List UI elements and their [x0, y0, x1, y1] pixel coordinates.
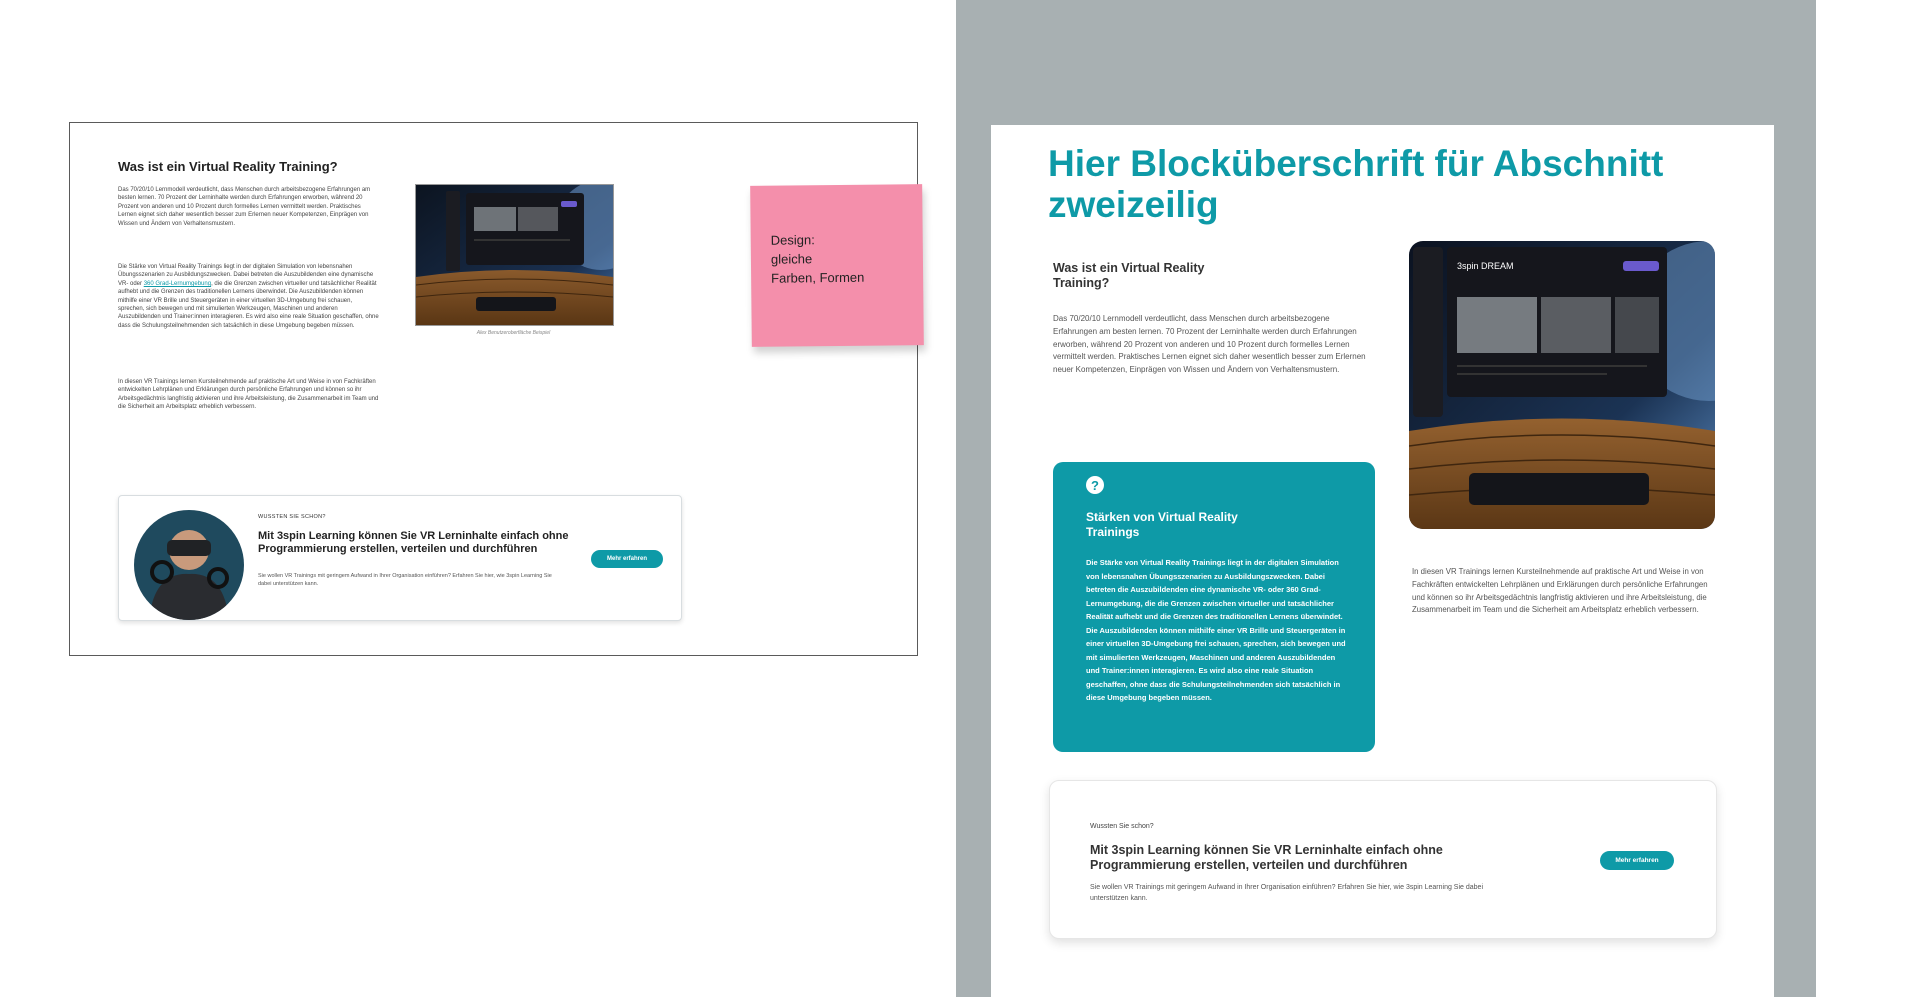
left-paragraph-1: Das 70/20/10 Lernmodell verdeutlicht, da…	[118, 187, 371, 227]
sticky-line-2: gleiche	[770, 251, 813, 267]
left-card-kicker: WUSSTEN SIE SCHON?	[258, 514, 326, 520]
left-image-caption: Alex Benutzeroberfläche Beispiel	[476, 330, 551, 336]
left-section-title: Was ist ein Virtual Reality Training?	[118, 159, 338, 174]
lernumgebung-link[interactable]: 360 Grad-Lernumgebung	[144, 281, 211, 287]
sticky-note[interactable]: Design: gleiche Farben, Formen	[750, 184, 924, 347]
sticky-note-text: Design: gleiche Farben, Formen	[771, 229, 912, 287]
left-info-card: WUSSTEN SIE SCHON? Mit 3spin Learning kö…	[118, 495, 682, 621]
right-vr-screenshot: 3spin DREAM	[1409, 241, 1715, 529]
left-card-title: Mit 3spin Learning können Sie VR Lerninh…	[258, 530, 569, 555]
sticky-line-1: Design:	[770, 232, 815, 248]
right-page-mockup: Hier Blocküberschrift für Abschnitt zwei…	[991, 125, 1774, 997]
strengths-box-text: Die Stärke von Virtual Reality Trainings…	[1086, 558, 1346, 702]
left-paragraph-2: Die Stärke von Virtual Reality Trainings…	[118, 263, 380, 330]
strengths-box-title: Stärken von Virtual Reality Trainings	[1086, 510, 1238, 539]
vr-user-photo	[134, 510, 244, 620]
right-mehr-erfahren-button[interactable]: Mehr erfahren	[1600, 851, 1674, 870]
block-heading: Hier Blocküberschrift für Abschnitt zwei…	[1048, 143, 1664, 225]
right-paragraph-3: In diesen VR Trainings lernen Kursteilne…	[1412, 567, 1708, 615]
left-paragraph-3: In diesen VR Trainings lernen Kursteilne…	[118, 379, 379, 411]
left-vr-screenshot	[415, 184, 614, 326]
left-mehr-erfahren-button[interactable]: Mehr erfahren	[591, 550, 663, 568]
right-card-text: Sie wollen VR Trainings mit geringem Auf…	[1090, 884, 1484, 902]
right-info-card: Wussten Sie schon? Mit 3spin Learning kö…	[1049, 780, 1717, 939]
vr-panel-title: 3spin DREAM	[1457, 261, 1514, 271]
right-paragraph-1: Das 70/20/10 Lernmodell verdeutlicht, da…	[1053, 314, 1366, 375]
right-card-title: Mit 3spin Learning können Sie VR Lerninh…	[1090, 843, 1443, 872]
strengths-info-box: ? Stärken von Virtual Reality Trainings …	[1053, 462, 1375, 752]
sticky-line-3: Farben, Formen	[771, 269, 865, 286]
right-card-kicker: Wussten Sie schon?	[1090, 823, 1154, 830]
question-icon: ?	[1086, 476, 1104, 494]
left-paragraph-2-end: , die die Grenzen zwischen virtueller un…	[118, 280, 379, 329]
left-card-text: Sie wollen VR Trainings mit geringem Auf…	[258, 573, 552, 587]
right-section-title: Was ist ein Virtual Reality Training?	[1053, 261, 1205, 290]
